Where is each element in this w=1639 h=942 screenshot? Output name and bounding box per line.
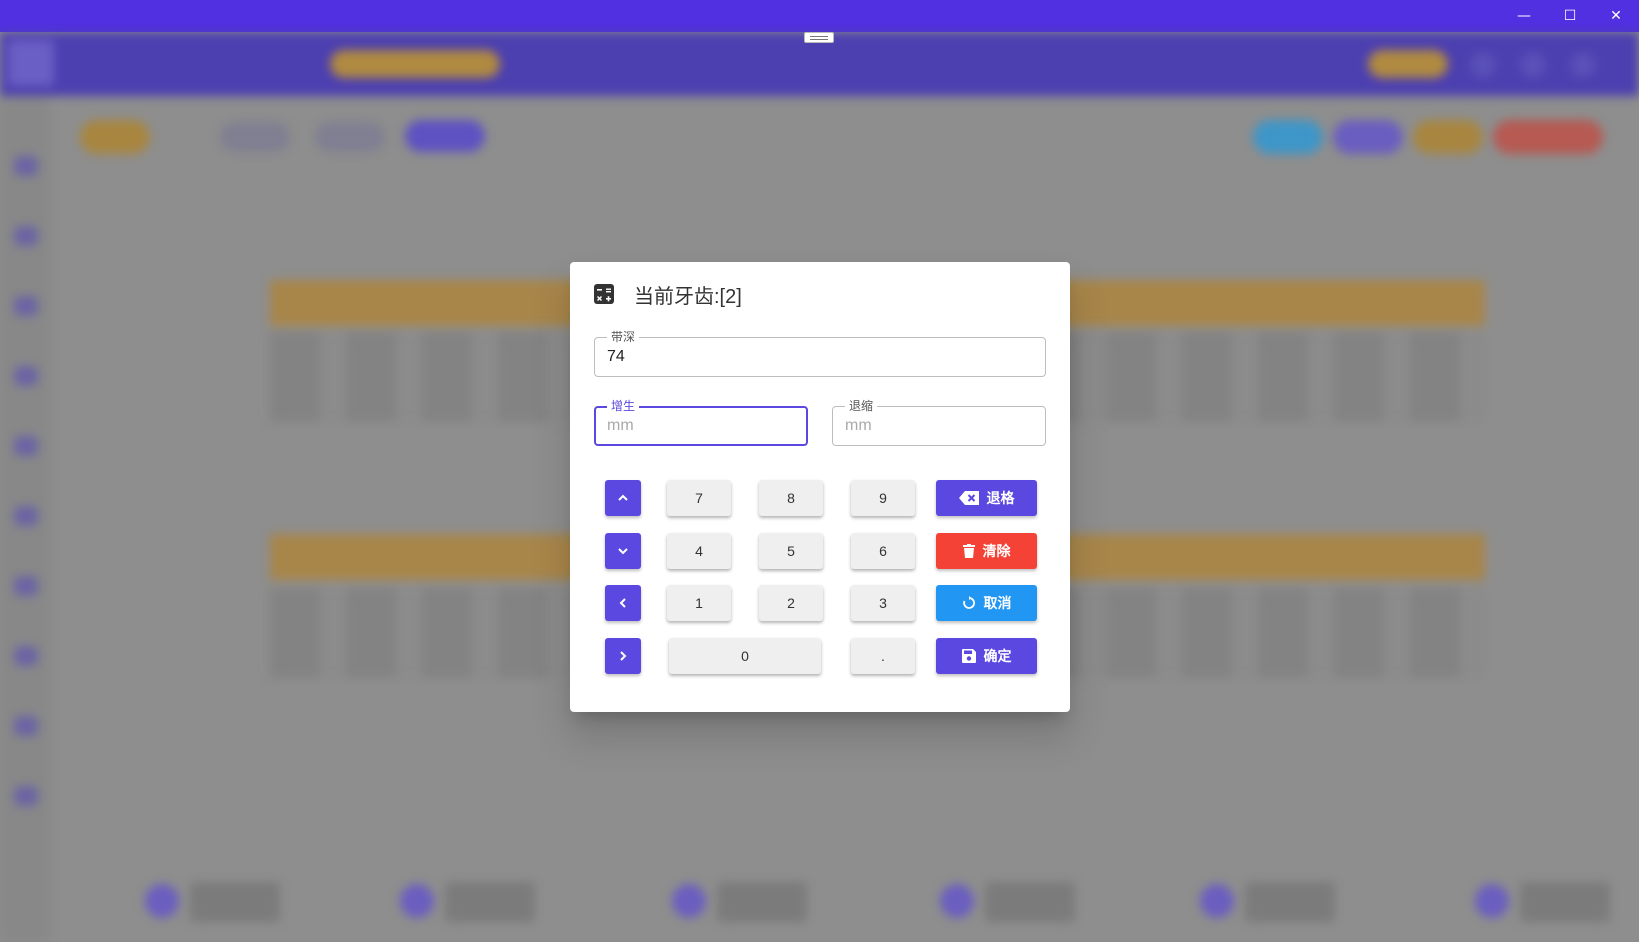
growth-field[interactable]: 增生 — [594, 399, 808, 446]
minimize-button[interactable]: — — [1501, 0, 1547, 32]
arrow-left-button[interactable] — [605, 585, 641, 621]
confirm-button[interactable]: 确定 — [936, 638, 1037, 674]
trash-icon — [962, 544, 975, 558]
growth-input[interactable] — [607, 407, 794, 445]
pocket-depth-field[interactable]: 带深 — [594, 330, 1046, 377]
background-sidebar — [0, 96, 50, 942]
clear-button[interactable]: 清除 — [936, 533, 1037, 569]
key-0[interactable]: 0 — [669, 638, 821, 674]
key-4[interactable]: 4 — [667, 533, 731, 569]
key-2[interactable]: 2 — [759, 585, 823, 621]
key-3[interactable]: 3 — [851, 585, 915, 621]
key-9[interactable]: 9 — [851, 480, 915, 516]
chevron-down-icon — [618, 548, 628, 555]
recession-input[interactable] — [845, 407, 1033, 445]
key-8[interactable]: 8 — [759, 480, 823, 516]
arrow-down-button[interactable] — [605, 533, 641, 569]
cancel-label: 取消 — [983, 595, 1012, 611]
chevron-up-icon — [618, 494, 628, 501]
key-6[interactable]: 6 — [851, 533, 915, 569]
key-5[interactable]: 5 — [759, 533, 823, 569]
chevron-left-icon — [619, 598, 626, 608]
key-1[interactable]: 1 — [667, 585, 731, 621]
calculator-icon — [594, 284, 614, 304]
clear-label: 清除 — [982, 543, 1011, 559]
backspace-icon — [958, 491, 979, 505]
tooth-input-dialog: 当前牙齿:[2] 带深 增生 退缩 7 8 9 退格 4 5 6 清除 1 2 … — [570, 262, 1070, 712]
key-dot[interactable]: . — [851, 638, 915, 674]
refresh-icon — [962, 596, 975, 609]
arrow-up-button[interactable] — [605, 480, 641, 516]
dialog-header: 当前牙齿:[2] — [594, 280, 742, 308]
save-icon — [961, 649, 976, 663]
arrow-right-button[interactable] — [605, 638, 641, 674]
recession-field[interactable]: 退缩 — [832, 399, 1046, 446]
confirm-label: 确定 — [983, 648, 1012, 664]
window-titlebar: — ☐ ✕ — [0, 0, 1639, 32]
backspace-label: 退格 — [986, 490, 1015, 506]
backspace-button[interactable]: 退格 — [936, 480, 1037, 516]
cancel-button[interactable]: 取消 — [936, 585, 1037, 621]
maximize-button[interactable]: ☐ — [1547, 0, 1593, 32]
drag-handle[interactable] — [804, 32, 834, 43]
pocket-depth-input[interactable] — [607, 338, 1033, 376]
dialog-title: 当前牙齿:[2] — [634, 285, 742, 308]
key-7[interactable]: 7 — [667, 480, 731, 516]
chevron-right-icon — [620, 651, 627, 661]
close-window-button[interactable]: ✕ — [1593, 0, 1639, 32]
